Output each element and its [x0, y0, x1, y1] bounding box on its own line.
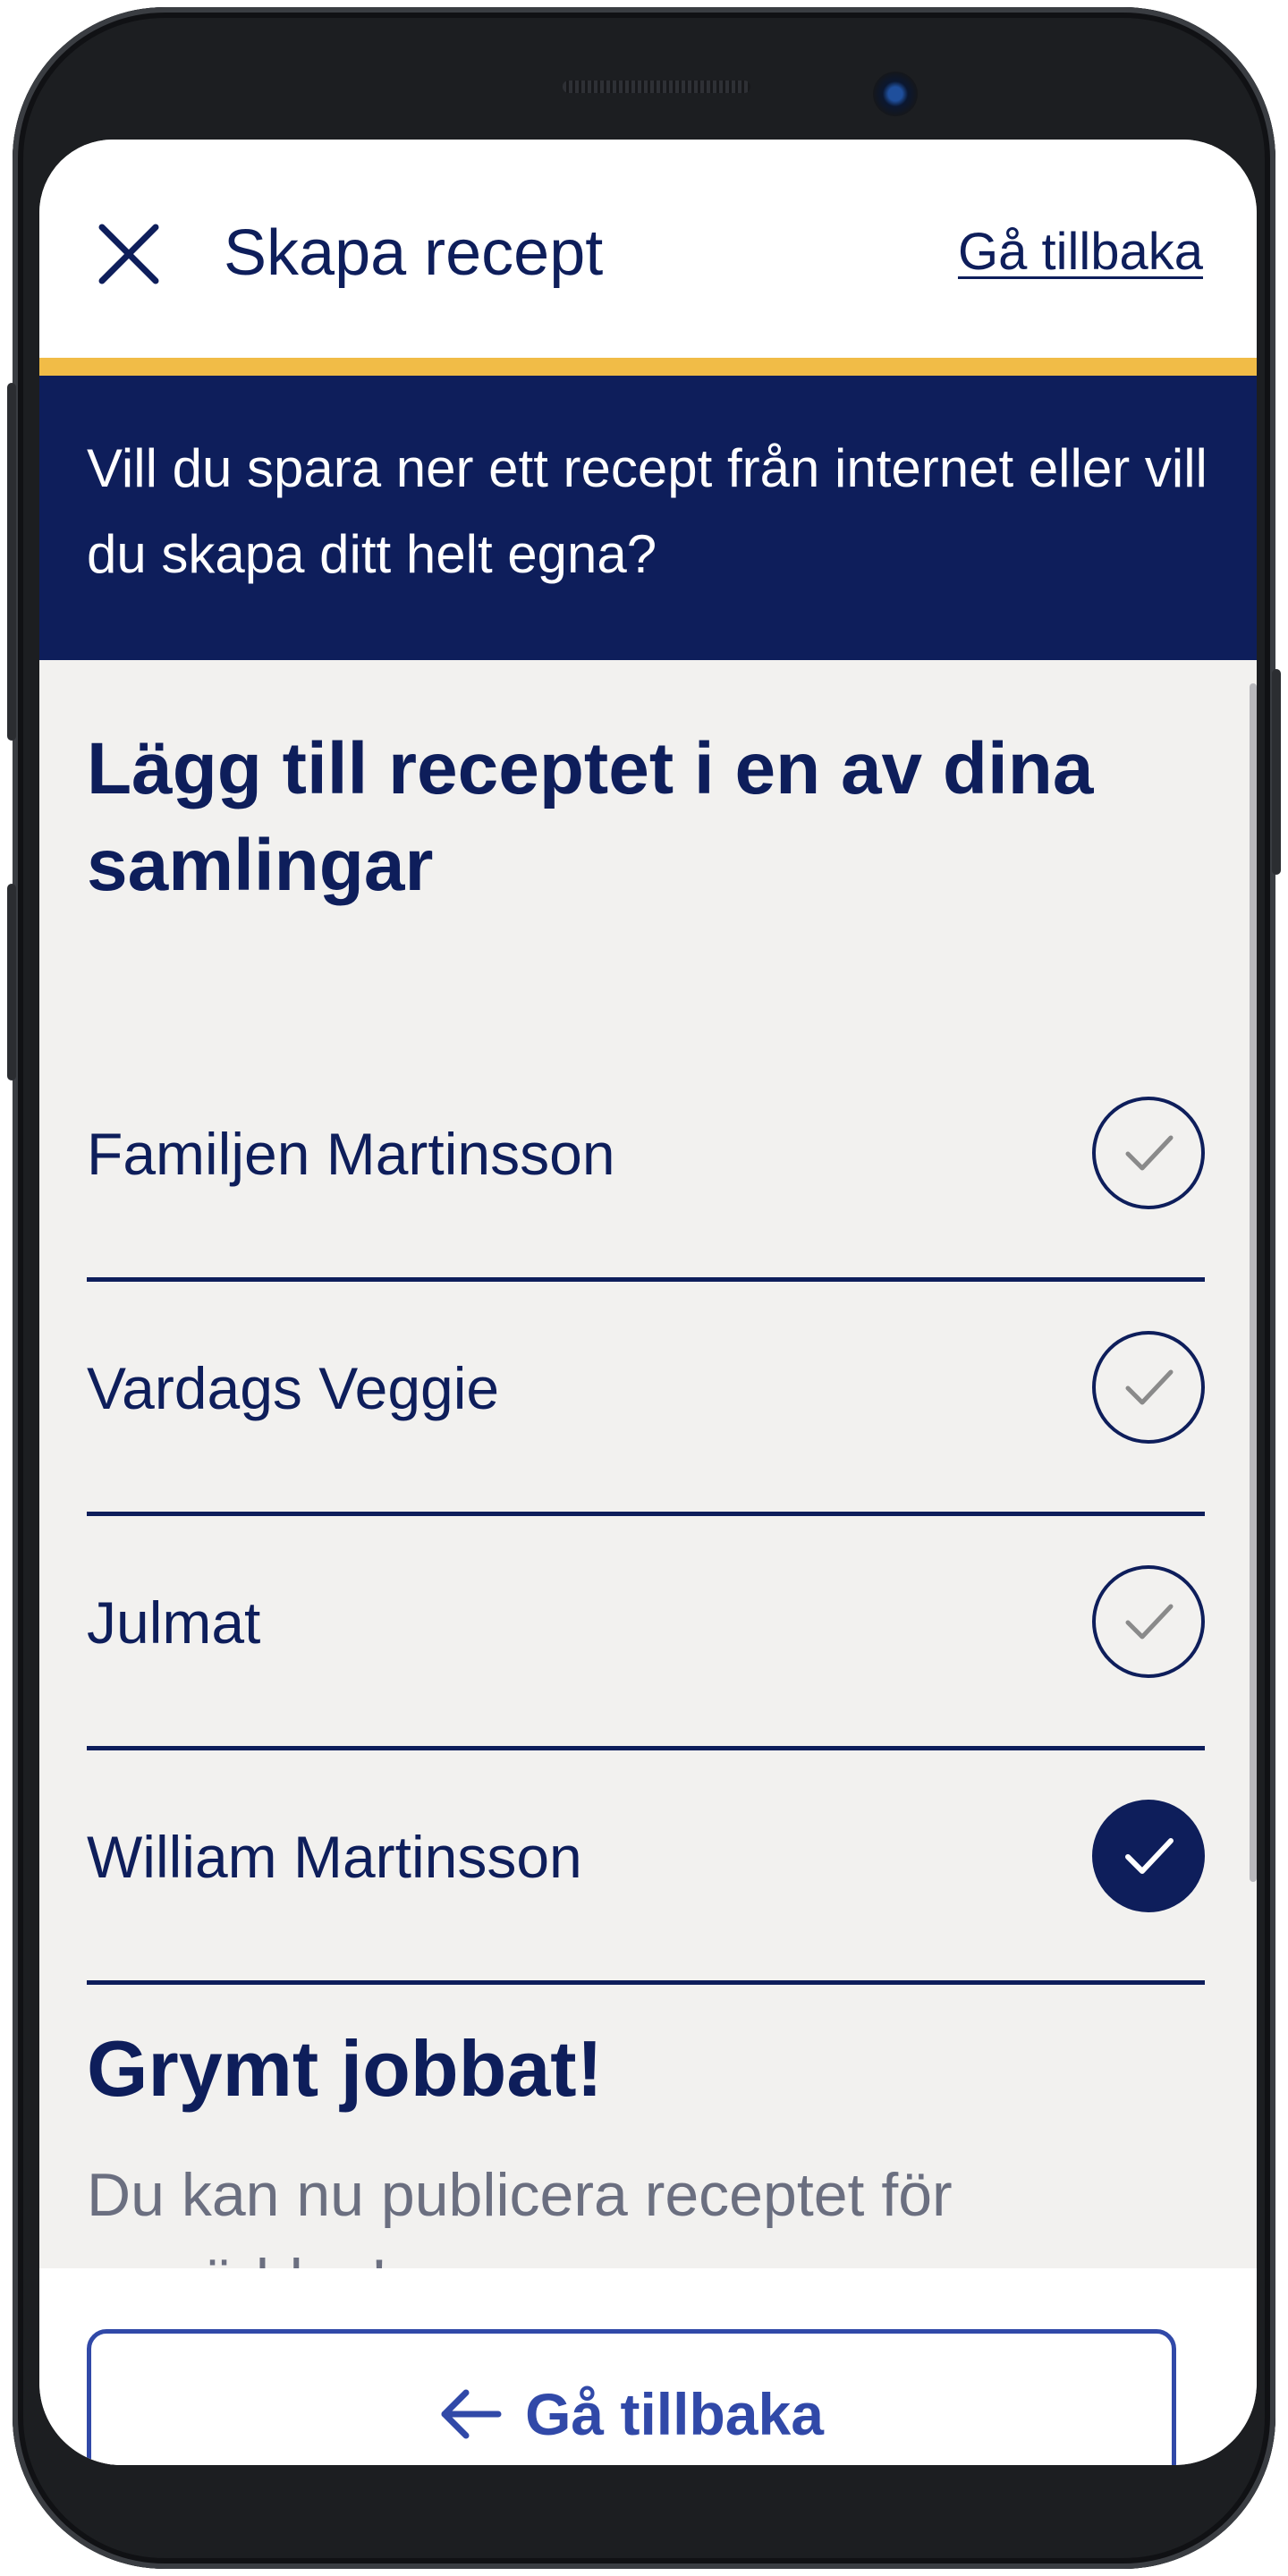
scrollbar[interactable]	[1250, 683, 1257, 1882]
collection-name: Familjen Martinsson	[87, 1121, 615, 1187]
accent-divider	[39, 358, 1257, 376]
collection-row[interactable]: Vardags Veggie	[87, 1277, 1205, 1516]
collection-row[interactable]: Familjen Martinsson	[87, 1043, 1205, 1282]
collection-row[interactable]: Julmat	[87, 1512, 1205, 1750]
info-banner: Vill du spara ner ett recept från intern…	[39, 376, 1257, 660]
speaker-grille	[563, 80, 750, 93]
collection-row[interactable]: William Martinsson	[87, 1746, 1205, 1985]
collection-checkbox[interactable]	[1092, 1097, 1205, 1209]
close-icon	[98, 224, 159, 284]
check-icon	[1125, 1604, 1174, 1640]
collection-checkbox-selected[interactable]	[1092, 1800, 1205, 1912]
collection-checkbox[interactable]	[1092, 1565, 1205, 1678]
collection-name: William Martinsson	[87, 1824, 582, 1890]
banner-text: Vill du spara ner ett recept från intern…	[87, 438, 1208, 584]
back-button-content: Gå tillbaka	[91, 2380, 1172, 2448]
check-icon	[1125, 1135, 1174, 1171]
arrow-left-icon	[441, 2389, 502, 2439]
back-button[interactable]: Gå tillbaka	[87, 2329, 1176, 2465]
back-button-label: Gå tillbaka	[525, 2381, 824, 2447]
back-link[interactable]: Gå tillbaka	[958, 222, 1203, 282]
check-icon	[1125, 1369, 1174, 1405]
front-camera	[873, 72, 918, 116]
top-bar: Skapa recept Gå tillbaka	[39, 140, 1257, 358]
page-title: Skapa recept	[224, 217, 604, 289]
completion-heading: Grymt jobbat!	[87, 2024, 603, 2113]
bixby-button	[7, 884, 16, 1080]
collection-name: Vardags Veggie	[87, 1355, 500, 1421]
collection-name: Julmat	[87, 1589, 261, 1656]
collections-heading: Lägg till receptet i en av dina samlinga…	[87, 728, 1094, 906]
close-button[interactable]	[93, 218, 165, 290]
app-screen: Skapa recept Gå tillbaka Vill du spara n…	[39, 140, 1257, 2465]
volume-button	[7, 383, 16, 741]
collection-checkbox[interactable]	[1092, 1331, 1205, 1444]
power-button	[1272, 669, 1281, 875]
check-icon	[1125, 1838, 1174, 1874]
